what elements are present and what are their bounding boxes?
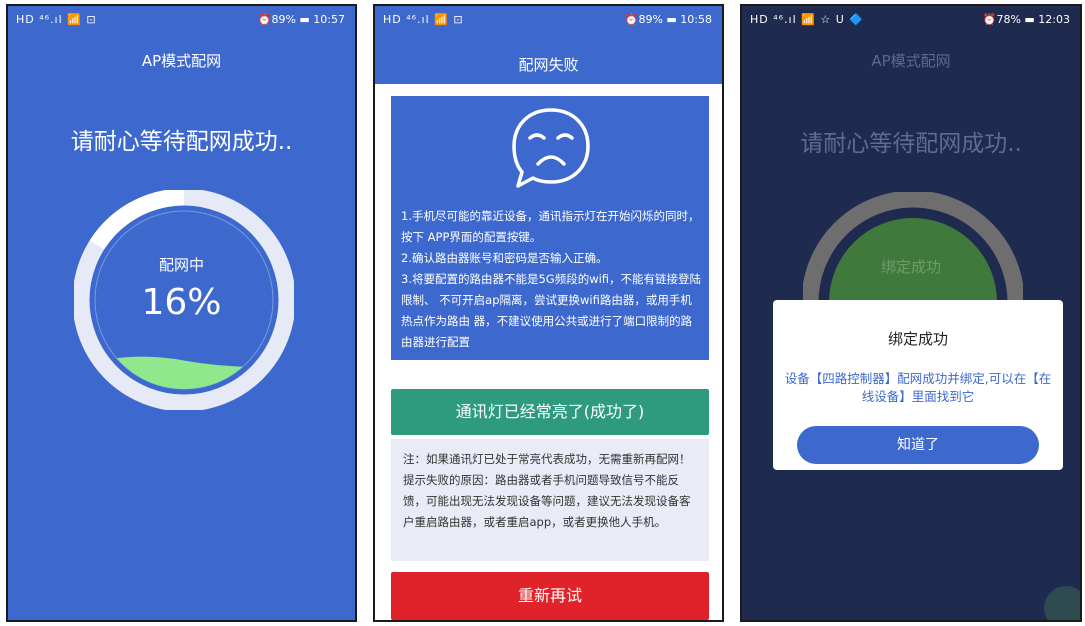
background-ring-label: 绑定成功 <box>880 258 941 276</box>
failure-card: 1.手机尽可能的靠近设备，通讯指示灯在开始闪烁的同时，按下 APP界面的配置按键… <box>391 96 709 360</box>
clock: 10:58 <box>680 13 712 26</box>
battery-level: 89% <box>271 13 296 26</box>
clock: 10:57 <box>313 13 345 26</box>
note-text: 注：如果通讯灯已处于常亮代表成功，无需重新再配网！ 提示失败的原因：路由器或者手… <box>391 439 709 561</box>
page-title: AP模式配网 <box>141 52 222 70</box>
sad-face-icon <box>512 108 590 188</box>
status-right: ⏰89% ▬ 10:57 <box>257 13 345 26</box>
got-it-button[interactable]: 知道了 <box>797 426 1039 464</box>
battery-level: 89% <box>638 13 663 26</box>
retry-button[interactable]: 重新再试 <box>391 572 709 620</box>
tip-item: 3.将要配置的路由器不能是5G频段的wifi，不能有链接登陆限制、 不可开启ap… <box>401 272 702 349</box>
ring-status-label: 配网中 <box>158 256 204 274</box>
failure-tips: 1.手机尽可能的靠近设备，通讯指示灯在开始闪烁的同时，按下 APP界面的配置按键… <box>401 206 703 353</box>
clock: 12:03 <box>1038 13 1070 26</box>
tip-item: 1.手机尽可能的靠近设备，通讯指示灯在开始闪烁的同时，按下 APP界面的配置按键… <box>401 209 700 244</box>
status-bar: HD ⁴⁶.ıl 📶 ⊡ ⏰89% ▬ 10:57 <box>8 6 355 34</box>
already-lit-success-button[interactable]: 通讯灯已经常亮了(成功了) <box>391 389 709 435</box>
status-bar: HD ⁴⁶.ıl 📶 ☆ U 🔷 ⏰78% ▬ 12:03 <box>742 6 1080 34</box>
signal-icons: HD ⁴⁶.ıl 📶 ⊡ <box>16 13 97 26</box>
signal-icons: HD ⁴⁶.ıl 📶 ⊡ <box>383 13 464 26</box>
screen-ap-configuring: HD ⁴⁶.ıl 📶 ⊡ ⏰89% ▬ 10:57 AP模式配网 请耐心等待配网… <box>6 4 357 622</box>
status-right: ⏰78% ▬ 12:03 <box>982 13 1070 26</box>
status-bar: HD ⁴⁶.ıl 📶 ⊡ ⏰89% ▬ 10:58 <box>375 6 722 34</box>
dialog-message: 设备【四路控制器】配网成功并绑定,可以在【在线设备】里面找到它 <box>784 371 1052 404</box>
bind-success-dialog: 绑定成功 设备【四路控制器】配网成功并绑定,可以在【在线设备】里面找到它 知道了 <box>773 300 1063 470</box>
signal-icons: HD ⁴⁶.ıl 📶 ☆ U 🔷 <box>750 13 864 26</box>
page-title: AP模式配网 <box>871 52 951 70</box>
screen-config-failed: HD ⁴⁶.ıl 📶 ⊡ ⏰89% ▬ 10:58 配网失败 1.手机尽可能的靠… <box>373 4 724 622</box>
wait-message: 请耐心等待配网成功.. <box>70 129 293 155</box>
tip-item: 2.确认路由器账号和密码是否输入正确。 <box>401 251 608 265</box>
wait-message: 请耐心等待配网成功.. <box>800 131 1022 157</box>
screen-bind-success: HD ⁴⁶.ıl 📶 ☆ U 🔷 ⏰78% ▬ 12:03 AP模式配网 请耐心… <box>740 4 1082 622</box>
dialog-title: 绑定成功 <box>887 330 948 348</box>
battery-level: 78% <box>996 13 1021 26</box>
floating-action-button[interactable] <box>1044 586 1080 620</box>
page-title: 配网失败 <box>518 56 579 74</box>
status-right: ⏰89% ▬ 10:58 <box>624 13 712 26</box>
progress-percent: 16% <box>141 282 222 323</box>
